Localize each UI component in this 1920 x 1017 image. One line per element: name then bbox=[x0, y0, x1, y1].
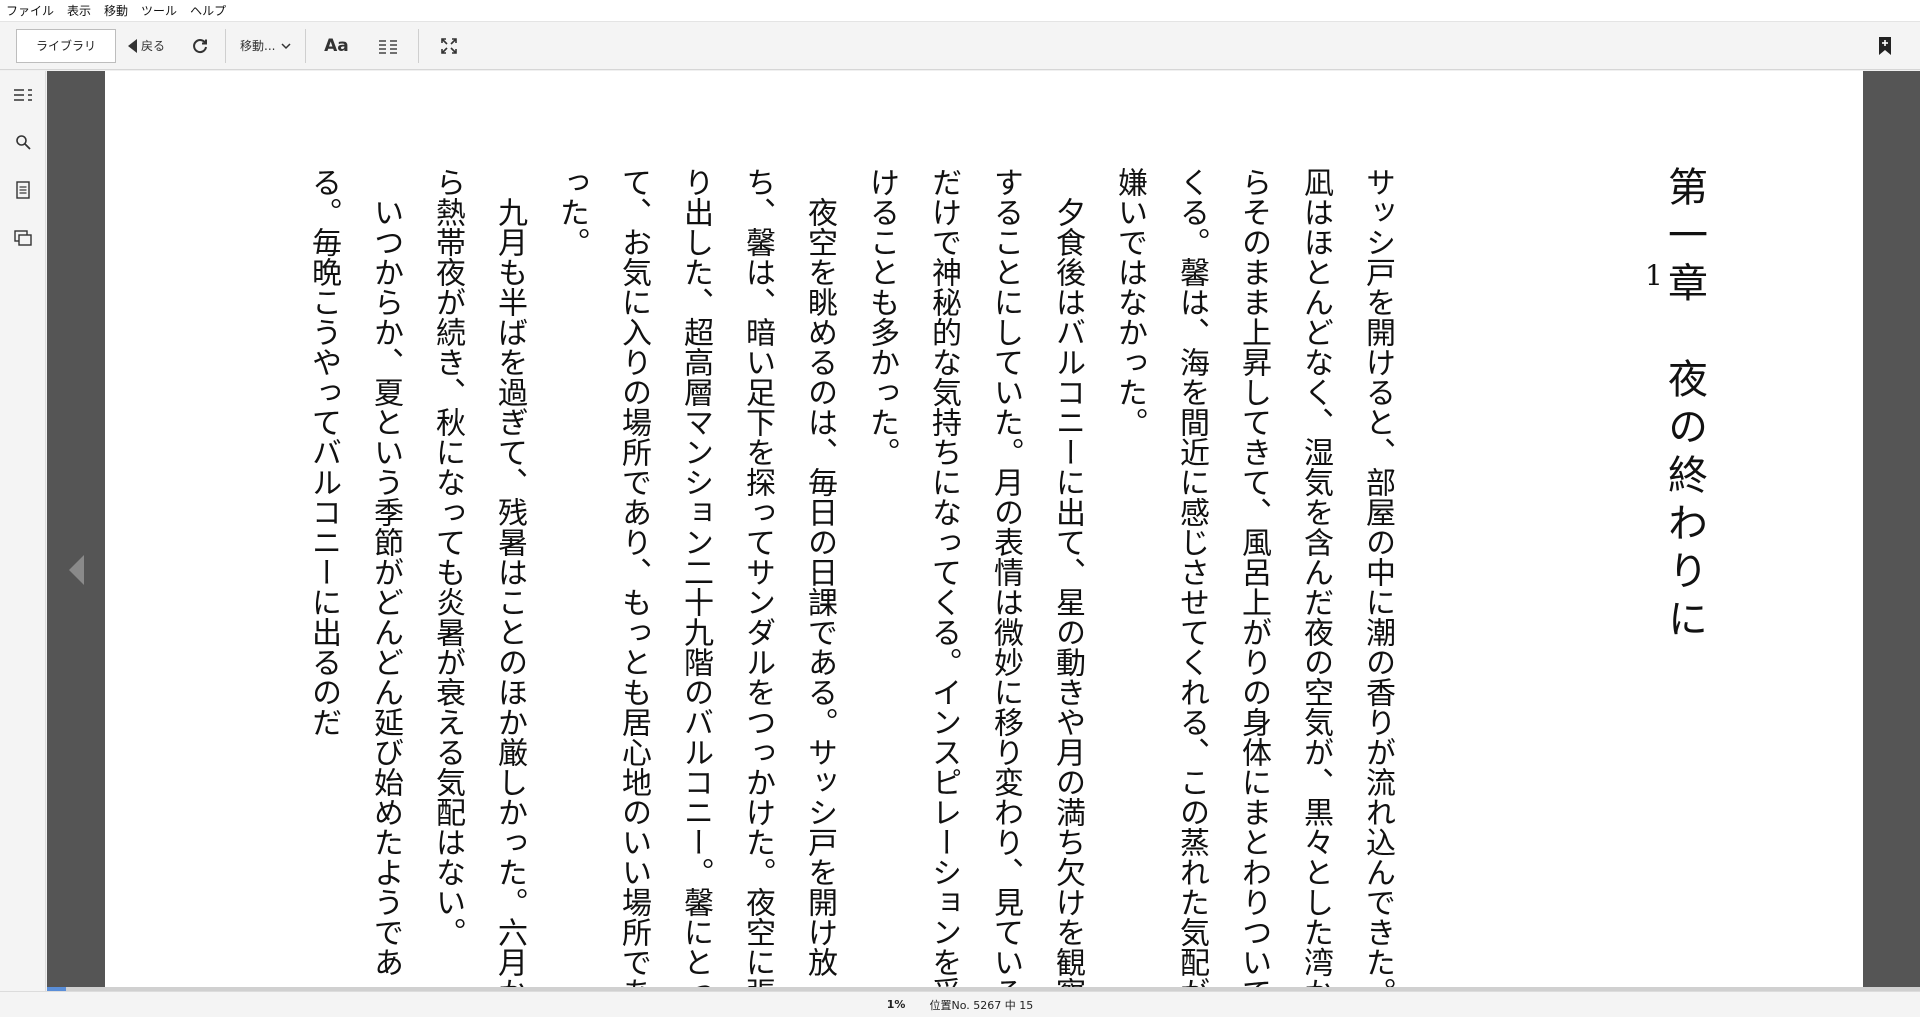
notes-button[interactable] bbox=[11, 178, 35, 202]
back-arrow-icon bbox=[128, 38, 137, 53]
body-text: サッシ戸を開けると、部屋の中に潮の香りが流れ込んできた。凪はほとんどなく、湿気を… bbox=[88, 167, 1408, 1017]
toolbar: ライブラリ 戻る 移動... Aa bbox=[0, 22, 1920, 70]
toolbar-separator bbox=[225, 28, 227, 63]
library-button[interactable]: ライブラリ bbox=[16, 28, 116, 63]
table-of-contents-icon bbox=[14, 89, 32, 101]
paragraph: 九月も半ばを過ぎて、残暑はことのほか厳しかった。六月から熱帯夜が続き、秋になって… bbox=[430, 167, 527, 1007]
bookmark-button[interactable] bbox=[1870, 29, 1900, 63]
refresh-icon bbox=[193, 38, 208, 53]
menu-help[interactable]: ヘルプ bbox=[190, 2, 233, 19]
menu-bar: ファイル 表示 移動 ツール ヘルプ bbox=[0, 0, 1920, 22]
toolbar-separator bbox=[418, 28, 420, 63]
vertical-text-button[interactable] bbox=[368, 29, 408, 63]
sync-button[interactable] bbox=[185, 29, 215, 63]
paragraph: サッシ戸を開けると、部屋の中に潮の香りが流れ込んできた。凪はほとんどなく、湿気を… bbox=[1112, 167, 1395, 1007]
status-bar: 1% 位置No. 5267 中 15 bbox=[0, 991, 1920, 1017]
toc-button[interactable] bbox=[11, 83, 35, 107]
back-button-label: 戻る bbox=[141, 39, 166, 53]
chevron-down-icon bbox=[281, 42, 291, 49]
goto-label: 移動... bbox=[240, 39, 276, 53]
font-settings-button[interactable]: Aa bbox=[316, 29, 356, 63]
bookmark-add-icon bbox=[1879, 37, 1891, 55]
goto-dropdown[interactable]: 移動... bbox=[236, 29, 295, 63]
columns-icon bbox=[379, 39, 398, 54]
side-rail bbox=[0, 71, 46, 991]
search-button[interactable] bbox=[11, 130, 35, 154]
book-page[interactable]: 第一章 夜の終わりに 1 サッシ戸を開けると、部屋の中に潮の香りが流れ込んできた… bbox=[105, 71, 1863, 1007]
paragraph: いつからか、夏という季節がどんどん延び始めたようである。毎晩こうやってバルコニー… bbox=[306, 167, 403, 977]
notes-icon bbox=[16, 181, 30, 199]
menu-tools[interactable]: ツール bbox=[141, 2, 184, 19]
menu-file[interactable]: ファイル bbox=[6, 2, 61, 19]
section-number: 1 bbox=[1645, 259, 1663, 292]
menu-go[interactable]: 移動 bbox=[104, 2, 135, 19]
menu-view[interactable]: 表示 bbox=[67, 2, 98, 19]
search-icon bbox=[16, 135, 31, 150]
chapter-title: 第一章 夜の終わりに bbox=[1661, 166, 1707, 646]
flashcards-button[interactable] bbox=[11, 226, 35, 250]
location-text: 位置No. 5267 中 15 bbox=[929, 998, 1034, 1012]
fullscreen-icon bbox=[441, 37, 458, 54]
previous-page-arrow-icon[interactable] bbox=[69, 555, 84, 585]
back-button[interactable]: 戻る bbox=[128, 29, 165, 63]
paragraph: 夜空を眺めるのは、毎日の日課である。サッシ戸を開け放ち、馨は、暗い足下を探ってサ… bbox=[554, 167, 837, 1007]
paragraph: 夕食後はバルコニーに出て、星の動きや月の満ち欠けを観察することにしていた。月の表… bbox=[864, 167, 1085, 1007]
fullscreen-button[interactable] bbox=[429, 29, 469, 63]
toolbar-separator bbox=[305, 28, 307, 63]
progress-percent: 1% bbox=[886, 998, 906, 1011]
cards-icon bbox=[14, 230, 32, 246]
